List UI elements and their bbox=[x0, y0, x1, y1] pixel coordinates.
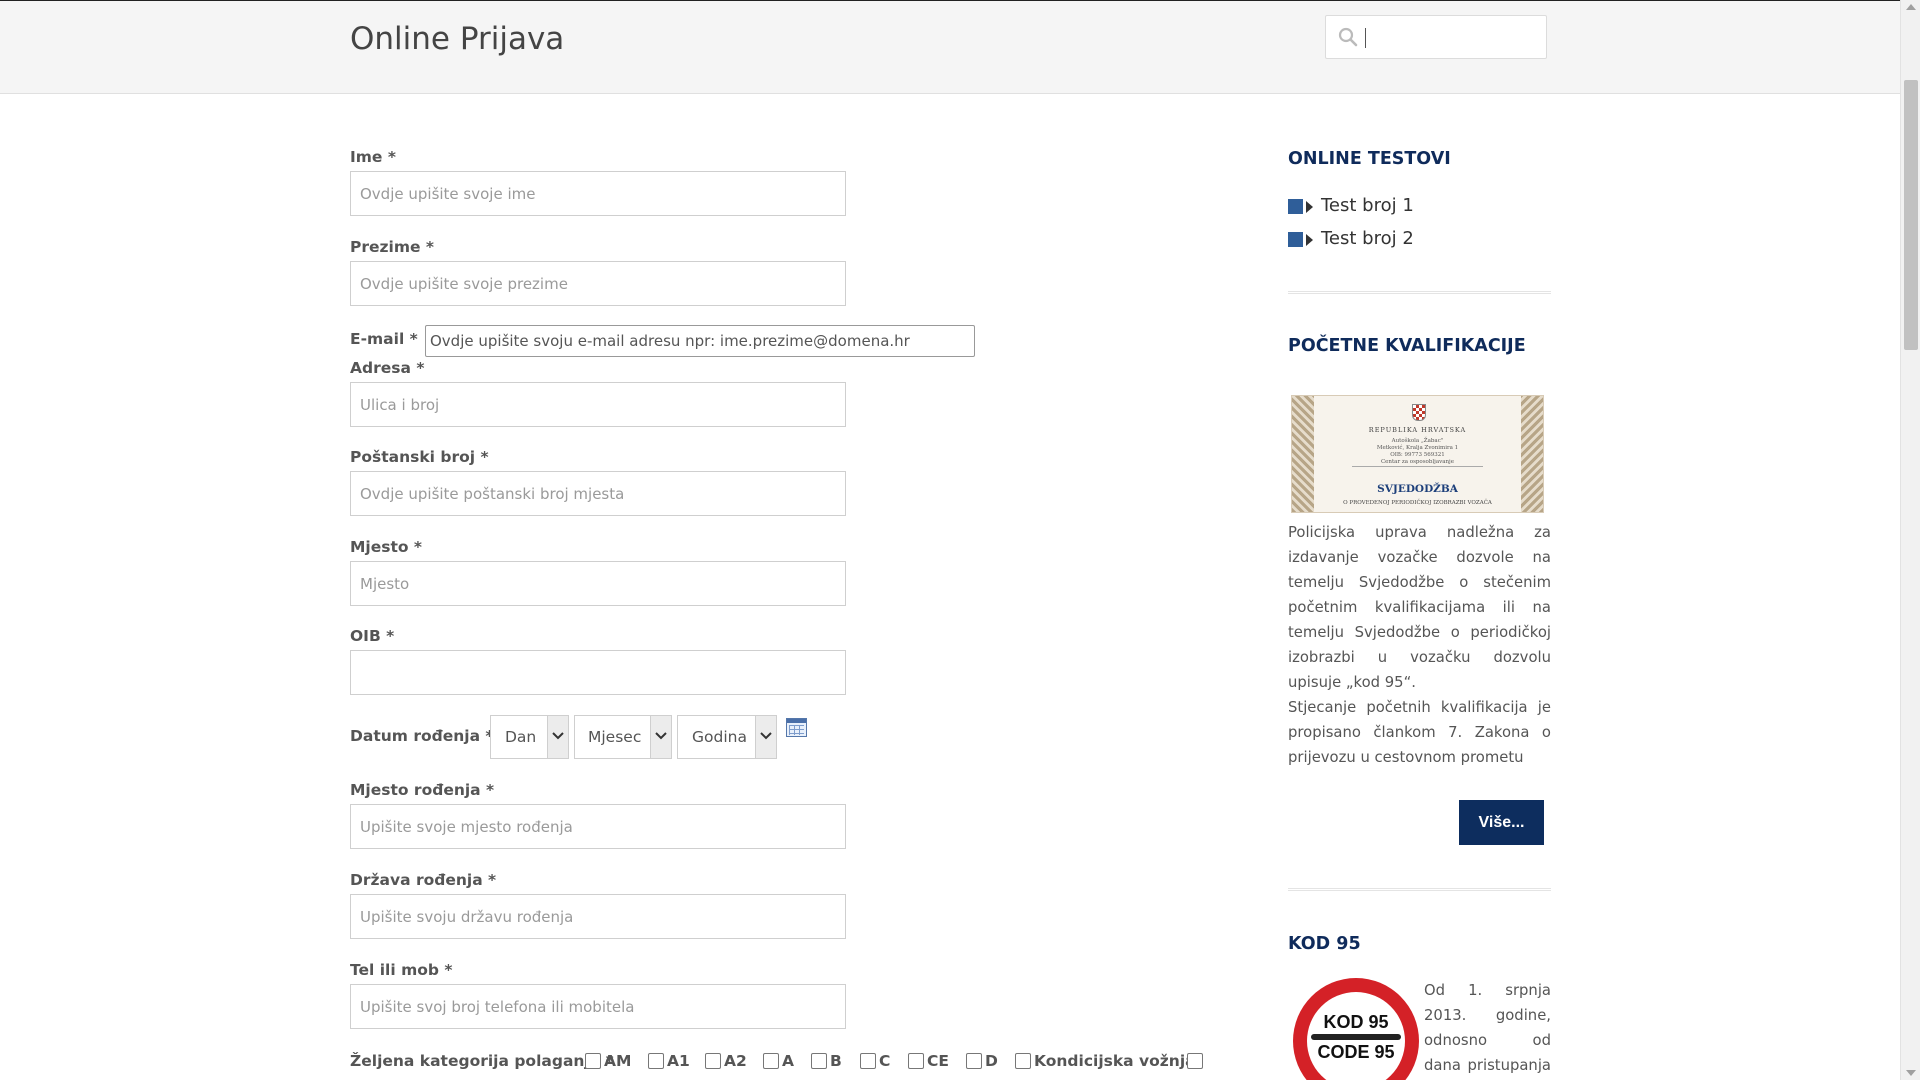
certificate-note: Centar za osposobljavanje bbox=[1380, 459, 1455, 465]
scroll-down-arrow-icon[interactable] bbox=[1906, 1070, 1916, 1076]
checkbox-am[interactable] bbox=[585, 1053, 601, 1069]
ime-label: Ime * bbox=[350, 148, 396, 166]
tel-label: Tel ili mob * bbox=[350, 961, 453, 979]
email-input[interactable] bbox=[425, 325, 975, 357]
kod95-sign-line2: CODE 95 bbox=[1317, 1042, 1395, 1062]
online-testovi-heading: ONLINE TESTOVI bbox=[1288, 149, 1451, 169]
adresa-input[interactable] bbox=[350, 382, 846, 427]
certificate-country: REPUBLIKA HRVATSKA bbox=[1368, 426, 1467, 434]
godina-select-value: Godina bbox=[692, 728, 747, 746]
pocetne-kvalifikacije-heading: POČETNE KVALIFIKACIJE bbox=[1288, 336, 1526, 356]
checkbox-label-d: D bbox=[985, 1052, 998, 1070]
postanski-broj-input[interactable] bbox=[350, 471, 846, 516]
checkbox-b[interactable] bbox=[811, 1053, 827, 1069]
test-link-label: Test broj 2 bbox=[1321, 228, 1414, 249]
checkbox-a[interactable] bbox=[763, 1053, 779, 1069]
checkbox-label-c: C bbox=[879, 1052, 891, 1070]
prezime-label: Prezime * bbox=[350, 238, 435, 256]
test-link-label: Test broj 1 bbox=[1321, 195, 1414, 216]
vertical-scrollbar[interactable] bbox=[1900, 0, 1920, 1080]
search-input[interactable] bbox=[1325, 15, 1547, 59]
search-icon bbox=[1338, 27, 1358, 47]
vise-button[interactable]: Više... bbox=[1459, 800, 1544, 845]
certificate-image: REPUBLIKA HRVATSKA Autoškola „Žabac" Met… bbox=[1291, 395, 1544, 513]
checkbox-kondicijska-voznja[interactable] bbox=[1015, 1053, 1031, 1069]
text-cursor bbox=[1365, 28, 1366, 48]
mjesto-rodenja-input[interactable] bbox=[350, 804, 846, 849]
oib-input[interactable] bbox=[350, 650, 846, 695]
mjesto-label: Mjesto * bbox=[350, 538, 423, 556]
prezime-input[interactable] bbox=[350, 261, 846, 306]
checkbox-label-b: B bbox=[830, 1052, 842, 1070]
drzava-rodenja-input[interactable] bbox=[350, 894, 846, 939]
caret-right-icon bbox=[1306, 234, 1313, 246]
square-bullet-icon bbox=[1288, 232, 1303, 247]
kod95-sign-band bbox=[1311, 1034, 1401, 1040]
scrollbar-thumb[interactable] bbox=[1904, 80, 1918, 350]
certificate-school: Autoškola „Žabac" bbox=[1391, 438, 1444, 444]
email-label: E-mail * bbox=[350, 330, 418, 348]
checkbox-label-ce: CE bbox=[927, 1052, 949, 1070]
pocetne-paragraph-1: Policijska uprava nadležna za izdavanje … bbox=[1288, 524, 1551, 691]
pocetne-paragraph-2: Stjecanje početnih kvalifikacija je prop… bbox=[1288, 699, 1551, 766]
square-bullet-icon bbox=[1288, 199, 1303, 214]
mjesec-select[interactable]: Mjesec bbox=[574, 715, 672, 759]
certificate-subtitle: O PROVEDENOJ PERIODIČKOJ IZOBRAZBI VOZAČ… bbox=[1343, 500, 1492, 506]
checkbox-a2[interactable] bbox=[705, 1053, 721, 1069]
godina-select[interactable]: Godina bbox=[677, 715, 777, 759]
certificate-title: SVJEDODŽBA bbox=[1377, 483, 1458, 495]
drzava-rodenja-label: Država rođenja * bbox=[350, 871, 497, 889]
page-header: Online Prijava bbox=[0, 0, 1900, 94]
dan-select-value: Dan bbox=[505, 728, 537, 746]
checkbox-c[interactable] bbox=[860, 1053, 876, 1069]
croatian-crest-icon bbox=[1412, 404, 1426, 421]
mjesec-select-value: Mjesec bbox=[588, 728, 642, 746]
certificate-address: Metković, Kralja Zvonimira 1 bbox=[1376, 445, 1459, 451]
certificate-rule bbox=[1352, 466, 1483, 467]
postanski-broj-label: Poštanski broj * bbox=[350, 448, 489, 466]
checkbox-label-a2: A2 bbox=[724, 1052, 747, 1070]
checkbox-label-a1: A1 bbox=[667, 1052, 690, 1070]
certificate-issuer: Autoškola „Žabac" Metković, Kralja Zvoni… bbox=[1292, 438, 1543, 466]
caret-right-icon bbox=[1306, 201, 1313, 213]
ime-input[interactable] bbox=[350, 171, 846, 216]
checkbox-label-a: A bbox=[782, 1052, 794, 1070]
kod95-heading: KOD 95 bbox=[1288, 934, 1361, 954]
sidebar-divider bbox=[1288, 291, 1551, 294]
checkbox-extra[interactable] bbox=[1187, 1053, 1203, 1069]
dan-select[interactable]: Dan bbox=[490, 715, 569, 759]
chevron-down-icon bbox=[547, 716, 568, 758]
checkbox-label-am: AM bbox=[604, 1052, 632, 1070]
tel-input[interactable] bbox=[350, 984, 846, 1029]
calendar-icon[interactable] bbox=[786, 718, 807, 737]
kod95-sign-line1: KOD 95 bbox=[1323, 1012, 1389, 1032]
chevron-down-icon bbox=[650, 716, 671, 758]
oib-label: OIB * bbox=[350, 627, 395, 645]
sidebar-divider bbox=[1288, 888, 1551, 891]
page-title: Online Prijava bbox=[350, 21, 565, 57]
kod95-paragraph: Od 1. srpnja 2013. godine, odnosno od da… bbox=[1424, 982, 1551, 1074]
adresa-label: Adresa * bbox=[350, 359, 425, 377]
checkbox-d[interactable] bbox=[966, 1053, 982, 1069]
kategorija-label: Željena kategorija polaganja * bbox=[350, 1052, 614, 1070]
checkbox-ce[interactable] bbox=[908, 1053, 924, 1069]
datum-rodenja-label: Datum rođenja * bbox=[350, 727, 494, 745]
certificate-oib: OIB: 99773 569321 bbox=[1390, 452, 1445, 458]
scroll-up-arrow-icon[interactable] bbox=[1906, 4, 1916, 10]
chevron-down-icon bbox=[755, 716, 776, 758]
mjesto-input[interactable] bbox=[350, 561, 846, 606]
checkbox-a1[interactable] bbox=[648, 1053, 664, 1069]
kod95-sign-image: KOD 95 CODE 95 bbox=[1293, 978, 1419, 1080]
mjesto-rodenja-label: Mjesto rođenja * bbox=[350, 781, 495, 799]
checkbox-label-kondicijska-voznja: Kondicijska vožnja bbox=[1034, 1052, 1196, 1070]
